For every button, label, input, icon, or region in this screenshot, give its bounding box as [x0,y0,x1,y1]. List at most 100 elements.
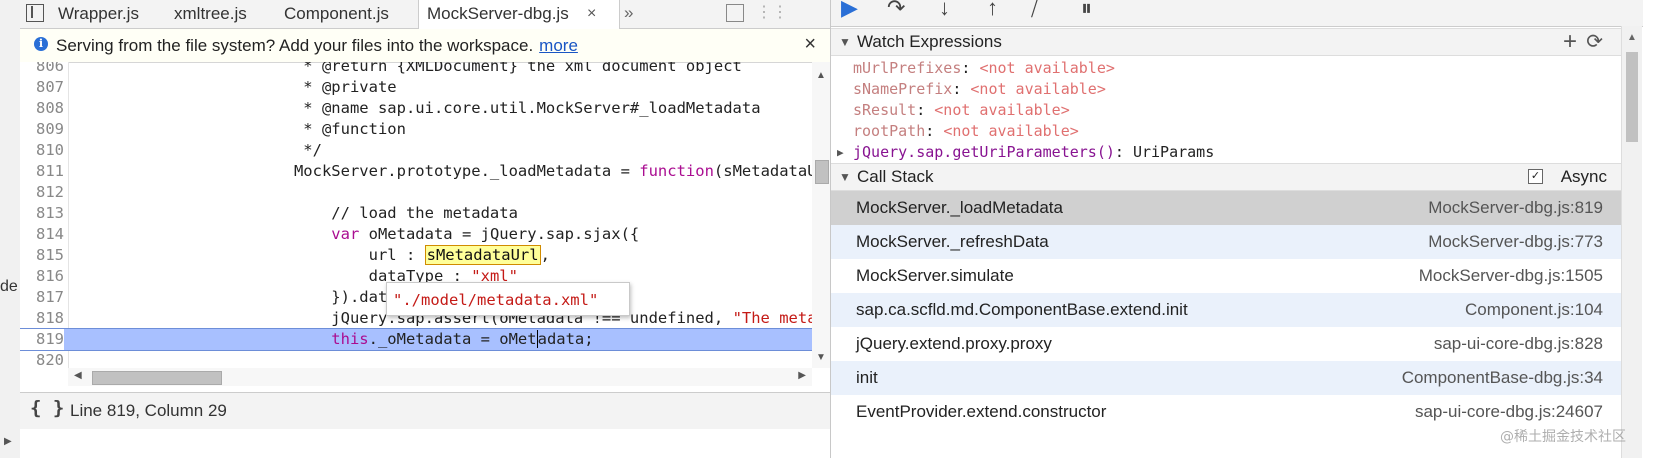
call-frame[interactable]: jQuery.extend.proxy.proxy sap-ui-core-dbg… [831,327,1621,361]
scroll-right-icon[interactable]: ▶ [798,370,806,381]
step-into-icon[interactable]: ↓ [939,0,950,22]
code-text: */ [70,141,322,159]
drawer-toggle-icon[interactable]: ⋮⋮ [756,5,788,21]
code-text: // load the metadata [70,204,518,222]
pause-on-exceptions-icon[interactable]: ⏸ [1081,0,1092,22]
tab-close-icon[interactable]: × [587,0,596,27]
line-number[interactable]: 811 [20,161,64,182]
current-execution-line[interactable]: 819 this._oMetadata = oMetadata; [20,328,812,351]
editor-vertical-scrollbar[interactable]: ▲ ▼ [812,62,830,368]
collapse-triangle-icon[interactable]: ▼ [839,35,851,49]
refresh-icon[interactable]: ⟳ [1586,29,1603,54]
watch-item[interactable]: sResult: <not available> [853,100,1070,121]
scroll-thumb[interactable] [92,371,222,385]
scroll-thumb[interactable] [815,160,829,184]
pretty-print-icon[interactable]: { } [30,397,64,419]
info-icon: i [34,37,48,51]
resume-icon[interactable]: ▶ [841,0,858,22]
watch-list: mUrlPrefixes: <not available> sNamePrefi… [831,58,1621,166]
line-number[interactable]: 809 [20,119,64,140]
code-line[interactable]: 810 */ [20,140,812,161]
line-number[interactable]: 812 [20,182,64,203]
expand-arrow-icon[interactable]: ▶ [4,436,12,447]
scroll-down-icon[interactable]: ▼ [816,352,826,363]
line-number[interactable]: 807 [20,77,64,98]
frame-location[interactable]: sap-ui-core-dbg.js:828 [1434,327,1603,361]
code-line[interactable]: 814 var oMetadata = jQuery.sap.sjax({ [20,224,812,245]
code-line[interactable]: 808 * @name sap.ui.core.util.MockServer#… [20,98,812,119]
async-checkbox[interactable]: ✓ [1528,169,1543,184]
tab-mockserver[interactable]: MockServer-dbg.js × [418,0,620,29]
step-over-icon[interactable]: ↷ [887,0,905,22]
call-frame-selected[interactable]: MockServer._loadMetadata MockServer-dbg.j… [831,191,1621,225]
code-line[interactable]: 820 [20,350,812,368]
code-line[interactable]: 807 * @private [20,77,812,98]
editor-horizontal-scrollbar[interactable]: ◀ ▶ [68,368,812,386]
scroll-up-icon[interactable]: ▲ [1627,32,1637,43]
navigator-toggle-icon[interactable] [26,4,44,22]
window-margin [1643,0,1676,458]
line-number[interactable]: 817 [20,287,64,308]
line-number[interactable]: 806 [20,62,64,77]
watch-item[interactable]: sNamePrefix: <not available> [853,79,1106,100]
add-expression-icon[interactable]: + [1563,28,1577,56]
watch-item[interactable]: mUrlPrefixes: <not available> [853,58,1115,79]
call-stack-list: MockServer._loadMetadata MockServer-dbg.j… [831,191,1621,458]
value-popover: "./model/metadata.xml" [386,282,630,316]
infobar-message: Serving from the file system? Add your f… [56,36,534,55]
line-number[interactable]: 813 [20,203,64,224]
hovered-identifier[interactable]: sMetadataUrl [424,245,541,265]
tab-component[interactable]: Component.js [284,0,389,28]
frame-function: sap.ca.scfld.md.ComponentBase.extend.ini… [856,300,1188,319]
expand-triangle-icon[interactable]: ▶ [837,146,844,159]
line-number[interactable]: 816 [20,266,64,287]
async-label: Async [1560,167,1607,186]
panel-edge: de ▶ [0,0,21,458]
line-number[interactable]: 818 [20,308,64,329]
more-tabs-icon[interactable]: » [624,0,633,25]
line-number[interactable]: 814 [20,224,64,245]
line-number[interactable]: 808 [20,98,64,119]
edge-label: de [0,278,18,295]
call-frame[interactable]: MockServer._refreshData MockServer-dbg.js… [831,225,1621,259]
call-frame[interactable]: sap.ca.scfld.md.ComponentBase.extend.ini… [831,293,1621,327]
code-line[interactable]: 815 url : sMetadataUrl, [20,245,812,266]
call-frame[interactable]: EventProvider.extend.constructor sap-ui-c… [831,395,1621,429]
call-frame[interactable]: MockServer.simulate MockServer-dbg.js:150… [831,259,1621,293]
tab-wrapper[interactable]: Wrapper.js [58,0,139,28]
code-line[interactable]: 811 MockServer.prototype._loadMetadata =… [20,161,812,182]
infobar-more-link[interactable]: more [539,36,578,55]
call-frame[interactable]: init ComponentBase-dbg.js:34 [831,361,1621,395]
section-title: Call Stack [857,167,934,186]
line-number[interactable]: 820 [20,350,64,368]
sidebar-scrollbar[interactable]: ▲ [1621,26,1642,458]
frame-location[interactable]: sap-ui-core-dbg.js:24607 [1415,395,1603,429]
watch-expressions-header[interactable]: ▼ Watch Expressions + ⟳ [831,28,1621,56]
watch-item[interactable]: rootPath: <not available> [853,121,1079,142]
line-number[interactable]: 815 [20,245,64,266]
deactivate-breakpoints-icon[interactable]: ⧸ [1031,0,1038,22]
scroll-left-icon[interactable]: ◀ [74,370,82,381]
frame-location[interactable]: MockServer-dbg.js:1505 [1419,259,1603,293]
sidebar-toggle-icon[interactable] [726,4,744,22]
line-number[interactable]: 819 [20,329,64,350]
scroll-thumb[interactable] [1626,52,1638,142]
line-number[interactable]: 810 [20,140,64,161]
frame-location[interactable]: MockServer-dbg.js:773 [1428,225,1603,259]
frame-location[interactable]: ComponentBase-dbg.js:34 [1402,361,1603,395]
call-stack-header[interactable]: ▼ Call Stack ✓ Async [831,163,1621,191]
collapse-triangle-icon[interactable]: ▼ [839,170,851,184]
code-line[interactable]: 812 [20,182,812,203]
code-line[interactable]: 809 * @function [20,119,812,140]
code-line[interactable]: 813 // load the metadata [20,203,812,224]
code-text: this._oMetadata = oMetadata; [331,330,594,348]
frame-location[interactable]: MockServer-dbg.js:819 [1428,191,1603,225]
watch-item-expandable[interactable]: jQuery.sap.getUriParameters(): UriParams [853,142,1214,163]
step-out-icon[interactable]: ↑ [987,0,998,22]
code-area[interactable]: 806 * @return {XMLDocument} the xml docu… [20,62,812,368]
frame-location[interactable]: Component.js:104 [1465,293,1603,327]
code-line[interactable]: 806 * @return {XMLDocument} the xml docu… [20,62,812,77]
close-icon[interactable]: × [804,33,816,56]
scroll-up-icon[interactable]: ▲ [816,70,826,81]
tab-xmltree[interactable]: xmltree.js [174,0,247,28]
